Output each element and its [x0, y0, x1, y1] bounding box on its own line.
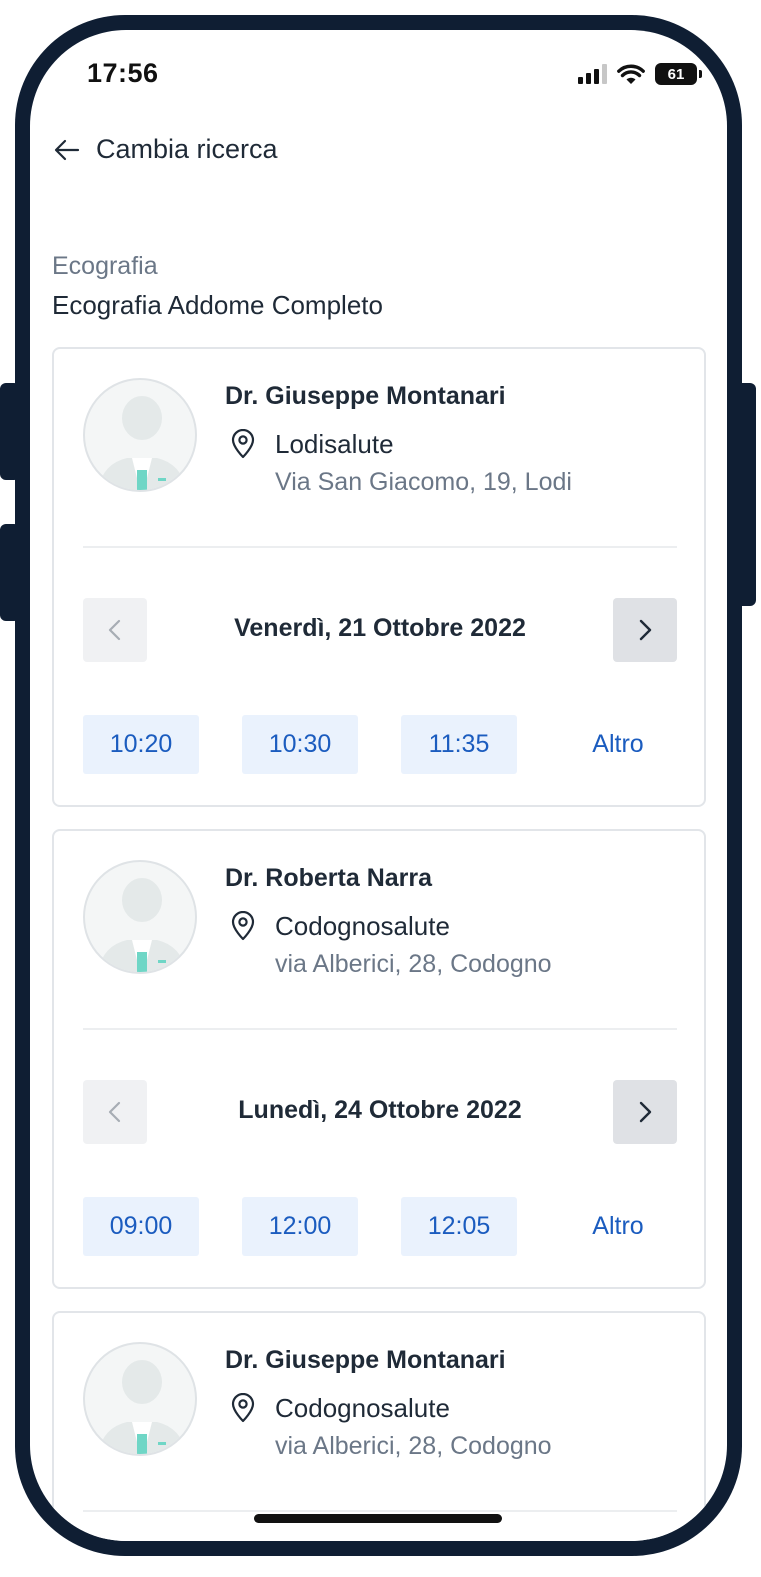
location-pin-icon: [231, 429, 255, 459]
doctor-name: Dr. Roberta Narra: [225, 864, 433, 892]
more-slots-link[interactable]: Altro: [560, 1197, 676, 1256]
divider: [83, 546, 677, 548]
doctor-avatar: [83, 378, 197, 492]
clinic-name: Codognosalute: [275, 1393, 450, 1423]
arrow-left-icon: [54, 139, 80, 160]
time-slot-button[interactable]: 11:35: [401, 715, 517, 774]
doctor-result-card: Dr. Giuseppe Montanari Codognosalute via…: [52, 1311, 706, 1541]
selected-date: Lunedì, 24 Ottobre 2022: [238, 1096, 522, 1124]
status-icons: 61: [578, 63, 702, 85]
previous-date-button[interactable]: [83, 598, 147, 662]
chevron-left-icon: [108, 619, 121, 641]
time-slot-button[interactable]: 10:30: [242, 715, 358, 774]
exam-title: Ecografia Addome Completo: [52, 290, 383, 320]
status-time: 17:56: [87, 58, 159, 88]
exam-category: Ecografia: [52, 252, 158, 280]
clinic-address: Via San Giacomo, 19, Lodi: [275, 468, 572, 496]
chevron-right-icon: [639, 619, 652, 641]
clinic-name: Lodisalute: [275, 429, 394, 459]
divider: [83, 1510, 677, 1512]
wifi-icon: [617, 64, 645, 84]
location-pin-icon: [231, 1393, 255, 1423]
home-indicator[interactable]: [254, 1514, 502, 1523]
back-label: Cambia ricerca: [96, 134, 278, 164]
time-slot-button[interactable]: 12:00: [242, 1197, 358, 1256]
phone-frame: 17:56 61 Cambia ricerca Ecografia Ecogra…: [15, 15, 742, 1556]
doctor-result-card: Dr. Giuseppe Montanari Lodisalute Via Sa…: [52, 347, 706, 807]
back-button[interactable]: Cambia ricerca: [52, 134, 278, 165]
location-pin-icon: [231, 911, 255, 941]
divider: [83, 1028, 677, 1030]
selected-date: Venerdì, 21 Ottobre 2022: [234, 614, 526, 642]
doctor-name: Dr. Giuseppe Montanari: [225, 1346, 506, 1374]
clinic-name: Codognosalute: [275, 911, 450, 941]
previous-date-button[interactable]: [83, 1080, 147, 1144]
battery-icon: 61: [655, 63, 702, 85]
battery-level: 61: [667, 65, 685, 83]
doctor-avatar: [83, 860, 197, 974]
time-slot-button[interactable]: 10:20: [83, 715, 199, 774]
time-slot-button[interactable]: 09:00: [83, 1197, 199, 1256]
more-slots-link[interactable]: Altro: [560, 715, 676, 774]
clinic-address: via Alberici, 28, Codogno: [275, 950, 552, 978]
next-date-button[interactable]: [613, 1080, 677, 1144]
clinic-address: via Alberici, 28, Codogno: [275, 1432, 552, 1460]
doctor-result-card: Dr. Roberta Narra Codognosalute via Albe…: [52, 829, 706, 1289]
next-date-button[interactable]: [613, 598, 677, 662]
time-slot-button[interactable]: 12:05: [401, 1197, 517, 1256]
cellular-signal-icon: [578, 64, 607, 84]
chevron-right-icon: [639, 1101, 652, 1123]
doctor-avatar: [83, 1342, 197, 1456]
doctor-name: Dr. Giuseppe Montanari: [225, 382, 506, 410]
chevron-left-icon: [108, 1101, 121, 1123]
app-screen: 17:56 61 Cambia ricerca Ecografia Ecogra…: [30, 30, 727, 1541]
